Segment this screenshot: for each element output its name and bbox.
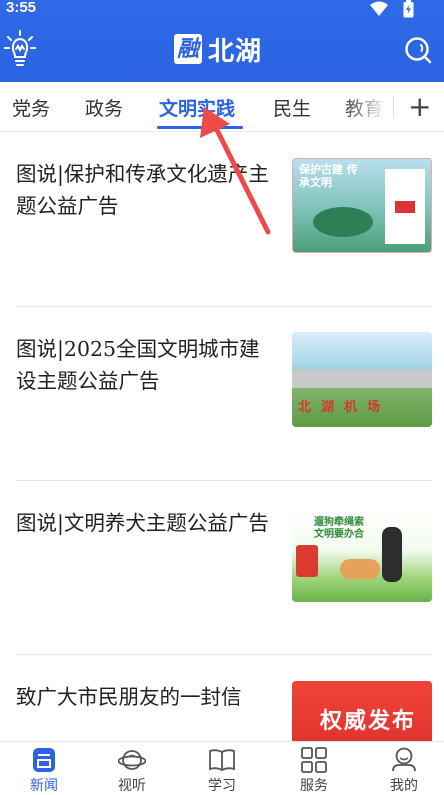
mailbox-shape bbox=[296, 545, 318, 577]
list-item[interactable]: 图说|保护和传承文化遗产主题公益广告 保护古建 传承文明 bbox=[0, 132, 444, 307]
article-title[interactable]: 图说|保护和传承文化遗产主题公益广告 bbox=[16, 158, 271, 222]
island-shape bbox=[313, 207, 373, 237]
article-thumbnail[interactable]: 遛狗牵绳索 文明要办合 bbox=[292, 507, 432, 602]
article-thumbnail[interactable]: 权威发布 bbox=[292, 681, 432, 742]
article-title[interactable]: 致广大市民朋友的一封信 bbox=[16, 681, 271, 713]
grid-icon bbox=[301, 747, 327, 773]
tab-party[interactable]: 党务 bbox=[12, 94, 50, 121]
active-tab-indicator bbox=[157, 126, 243, 129]
logo-mark: 融 bbox=[174, 34, 202, 64]
book-icon bbox=[209, 749, 235, 772]
tab-government[interactable]: 政务 bbox=[85, 94, 123, 121]
bottom-navigation: 新闻 视听 学习 服务 我的 bbox=[0, 741, 444, 795]
article-title[interactable]: 图说|文明养犬主题公益广告 bbox=[16, 507, 271, 539]
tab-livelihood[interactable]: 民生 bbox=[273, 94, 311, 121]
status-bar: 3:55 bbox=[0, 0, 444, 18]
side-panel bbox=[385, 169, 425, 244]
thumbnail-caption: 保护古建 传承文明 bbox=[299, 163, 358, 189]
nav-study[interactable]: 学习 bbox=[178, 742, 266, 795]
wifi-icon bbox=[370, 1, 388, 16]
tab-scroll-fade bbox=[340, 82, 394, 131]
nav-label: 视听 bbox=[118, 778, 146, 794]
thumbnail-caption: 北湖机场 bbox=[298, 400, 391, 415]
nav-label: 新闻 bbox=[30, 778, 58, 794]
news-feed[interactable]: 图说|保护和传承文化遗产主题公益广告 保护古建 传承文明 图说|2025全国文明… bbox=[0, 132, 444, 742]
list-item[interactable]: 图说|2025全国文明城市建设主题公益广告 北湖机场 bbox=[0, 307, 444, 482]
app-header: 3:55 融 北湖 bbox=[0, 0, 444, 82]
profile-icon bbox=[392, 747, 416, 772]
add-channel-button[interactable]: + bbox=[408, 90, 431, 123]
status-icons bbox=[369, 0, 414, 18]
thumbnail-caption: 遛狗牵绳索 文明要办合 bbox=[314, 517, 364, 540]
status-time: 3:55 bbox=[6, 0, 37, 16]
nav-label: 我的 bbox=[390, 778, 418, 794]
list-item[interactable]: 致广大市民朋友的一封信 权威发布 bbox=[0, 655, 444, 742]
search-icon[interactable] bbox=[404, 36, 432, 64]
lightbulb-icon[interactable] bbox=[4, 30, 36, 68]
nav-audio-video[interactable]: 视听 bbox=[88, 742, 176, 795]
article-title[interactable]: 图说|2025全国文明城市建设主题公益广告 bbox=[16, 333, 271, 397]
battery-icon bbox=[403, 0, 414, 18]
planet-icon bbox=[118, 750, 146, 770]
seal-stamp bbox=[395, 201, 415, 213]
app-logo: 融 北湖 bbox=[174, 32, 263, 67]
tab-civilization-practice[interactable]: 文明实践 bbox=[159, 94, 235, 121]
nav-mine[interactable]: 我的 bbox=[360, 742, 444, 795]
thumbnail-caption: 权威发布 bbox=[320, 709, 417, 734]
nav-label: 服务 bbox=[300, 778, 328, 794]
logo-text: 北湖 bbox=[208, 36, 263, 67]
person-shape bbox=[382, 527, 402, 582]
article-thumbnail[interactable]: 北湖机场 bbox=[292, 332, 432, 427]
tab-divider bbox=[393, 96, 394, 118]
nav-news[interactable]: 新闻 bbox=[0, 742, 88, 795]
news-icon bbox=[33, 748, 55, 772]
nav-service[interactable]: 服务 bbox=[270, 742, 358, 795]
nav-label: 学习 bbox=[208, 778, 236, 794]
app-bar: 融 北湖 bbox=[0, 28, 444, 74]
article-thumbnail[interactable]: 保护古建 传承文明 bbox=[292, 158, 432, 253]
channel-tabs: 党务 政务 文明实践 民生 教育 + bbox=[0, 82, 444, 132]
dog-shape bbox=[340, 559, 380, 579]
list-item[interactable]: 图说|文明养犬主题公益广告 遛狗牵绳索 文明要办合 bbox=[0, 481, 444, 656]
airport-building bbox=[292, 370, 432, 388]
